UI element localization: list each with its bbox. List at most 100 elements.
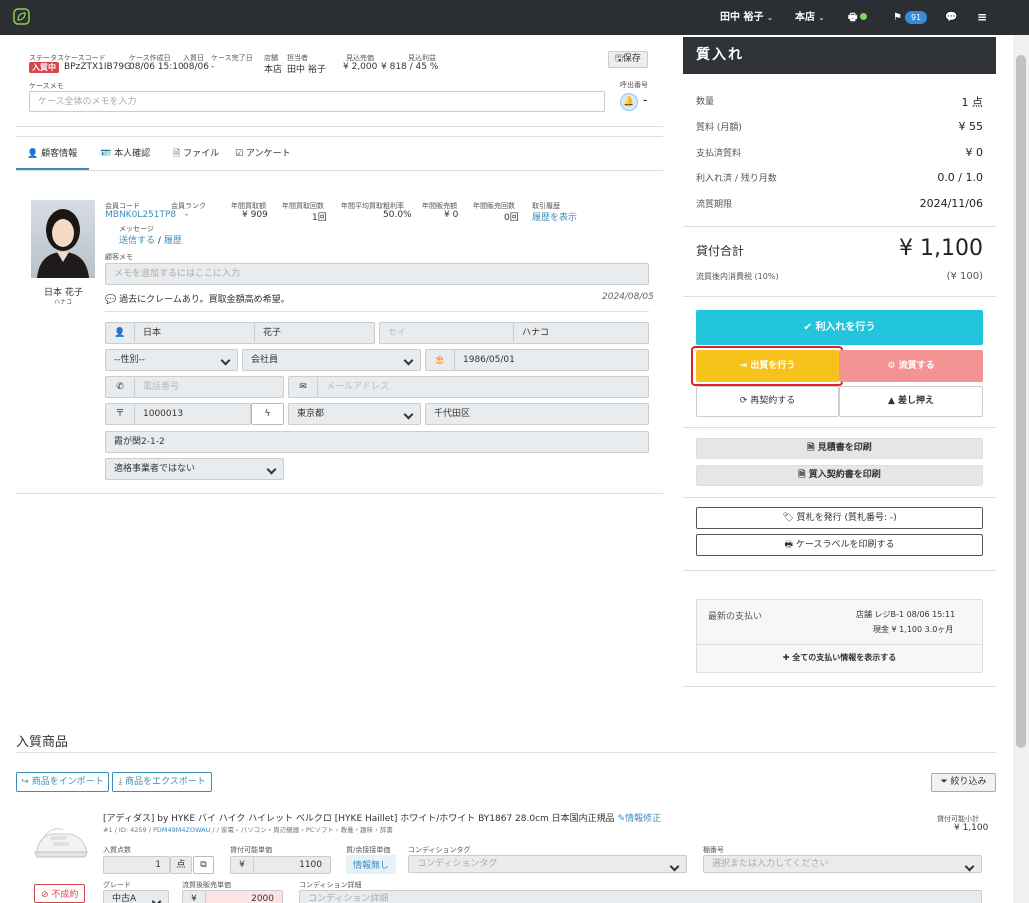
gender-select[interactable]: --性別-- bbox=[105, 349, 238, 371]
edit-info-link[interactable]: ✎情報修正 bbox=[618, 814, 662, 824]
divider bbox=[683, 570, 996, 571]
store-menu[interactable]: 本店 ⌄ bbox=[795, 0, 824, 35]
app-logo-icon[interactable] bbox=[13, 8, 30, 25]
divider bbox=[16, 752, 996, 753]
unit-price-field[interactable]: 1100 bbox=[253, 856, 331, 874]
city-field[interactable]: 千代田区 bbox=[425, 403, 649, 425]
export-products-button[interactable]: ⤓ 商品をエクスポート bbox=[112, 772, 212, 792]
address-lookup-button[interactable]: ϟ bbox=[251, 403, 284, 425]
issue-ticket-button[interactable]: 🏷 質札を発行 (質札番号: -) bbox=[696, 507, 983, 529]
forfeit-button[interactable]: ⚙ 流質する bbox=[839, 350, 983, 382]
notifications[interactable]: ⚑ 91 bbox=[893, 0, 928, 35]
divider bbox=[16, 493, 663, 494]
yen-prefix: ¥ bbox=[182, 890, 206, 903]
summary-row: 支払済質料 ¥ 0 bbox=[696, 146, 983, 159]
phone-icon: ✆ bbox=[105, 376, 135, 398]
print-contract-button[interactable]: 🗎 質入契約書を印刷 bbox=[696, 465, 983, 486]
quantity-field[interactable]: 1 bbox=[103, 856, 170, 874]
after-price-label: 流質後販売単価 bbox=[182, 881, 231, 889]
status-dot-icon bbox=[860, 13, 868, 20]
divider bbox=[683, 427, 996, 428]
file-pdf-icon: 🗎 bbox=[798, 470, 806, 480]
call-number-label: 呼出番号 bbox=[620, 81, 648, 89]
divider bbox=[683, 296, 996, 297]
store-name: 本店 bbox=[795, 12, 815, 23]
interest-payment-button[interactable]: ✔ 利入れを行う bbox=[696, 310, 983, 345]
page-scrollbar[interactable] bbox=[1013, 35, 1029, 903]
postal-code-field[interactable]: 1000013 bbox=[134, 403, 251, 425]
message-row: 送信する / 履歴 bbox=[119, 236, 182, 246]
show-all-payments-link[interactable]: ✚ 全ての支払い情報を表示する bbox=[697, 652, 982, 663]
tab-survey[interactable]: ☑ アンケート bbox=[235, 146, 291, 170]
tab-identity[interactable]: 🪪 本人確認 bbox=[100, 146, 150, 170]
first-name-field[interactable]: 花子 bbox=[254, 322, 375, 344]
send-message-link[interactable]: 送信する bbox=[119, 236, 155, 246]
tab-files[interactable]: 🗎 ファイル bbox=[173, 146, 219, 170]
copy-icon[interactable]: ⧉ bbox=[193, 856, 214, 874]
member-code-link[interactable]: MBNK0L251TP8 bbox=[105, 210, 176, 220]
tab-customer-info[interactable]: 👤 顧客情報 bbox=[16, 146, 89, 170]
scrollbar-thumb[interactable] bbox=[1016, 55, 1026, 748]
condition-tag-select[interactable]: コンディションタグ bbox=[408, 855, 687, 873]
est-sales-value: ¥ 2,000 bbox=[343, 62, 378, 72]
seize-button[interactable]: ▲ 差し押え bbox=[839, 386, 983, 417]
chat-icon[interactable]: 💬 bbox=[945, 0, 957, 35]
subtotal-value: ¥ 1,100 bbox=[954, 823, 989, 833]
bolt-icon: ϟ bbox=[264, 409, 271, 419]
recontract-button[interactable]: ⟳ 再契約する bbox=[696, 386, 839, 417]
bell-icon[interactable]: 🔔 bbox=[620, 93, 638, 111]
print-estimate-button[interactable]: 🗎 見積書を印刷 bbox=[696, 438, 983, 459]
quantity-label: 入質点数 bbox=[103, 846, 131, 854]
unit-price-label: 貸付可能単価 bbox=[230, 846, 272, 854]
case-memo-label: ケースメモ bbox=[29, 82, 64, 90]
buy-price-badge: 情報無し bbox=[346, 855, 397, 874]
case-code: BPzZTX1IB79G bbox=[64, 62, 132, 72]
divider bbox=[683, 497, 996, 498]
condition-detail-label: コンディション詳細 bbox=[299, 881, 362, 889]
printer-status[interactable]: 🖶 bbox=[848, 0, 868, 35]
invoice-status-select[interactable]: 適格事業者ではない bbox=[105, 458, 284, 480]
occupation-select[interactable]: 会社員 bbox=[242, 349, 421, 371]
tag-icon: 🏷 bbox=[782, 513, 794, 523]
tax-value: (¥ 100) bbox=[946, 271, 983, 282]
customer-memo-input[interactable]: メモを追加するにはここに入力 bbox=[105, 263, 649, 285]
phone-field[interactable]: 電話番号 bbox=[134, 376, 284, 398]
products-section-title: 入質商品 bbox=[16, 735, 69, 750]
shelf-select[interactable]: 選択または入力してください bbox=[703, 855, 982, 873]
filter-button[interactable]: ⏷ 絞り込み bbox=[931, 773, 996, 792]
avg-margin-value: 50.0% bbox=[383, 210, 412, 220]
after-price-field[interactable]: 2000 bbox=[205, 890, 283, 903]
rank-label: 会員ランク bbox=[171, 202, 206, 210]
prefecture-select[interactable]: 東京都 bbox=[288, 403, 421, 425]
postal-mark-icon: 〒 bbox=[105, 403, 135, 425]
history-link[interactable]: 履歴を表示 bbox=[532, 210, 577, 223]
store-value: 本店 bbox=[264, 65, 283, 75]
note-date: 2024/08/05 bbox=[602, 292, 654, 302]
customer-photo bbox=[31, 200, 95, 278]
first-kana-field[interactable]: ハナコ bbox=[513, 322, 649, 344]
case-memo-input[interactable]: ケース全体のメモを入力 bbox=[29, 91, 605, 112]
summary-row: 利入れ済 / 残り月数 0.0 / 1.0 bbox=[696, 171, 983, 184]
street-address-field[interactable]: 霞が関2-1-2 bbox=[105, 431, 649, 453]
warning-icon: ▲ bbox=[887, 396, 895, 406]
tax-label: 流質後内消費税 (10%) bbox=[696, 272, 779, 281]
last-name-field[interactable]: 日本 bbox=[134, 322, 255, 344]
email-field[interactable]: メールアドレス bbox=[317, 376, 649, 398]
print-case-label-button[interactable]: 🖶 ケースラベルを印刷する bbox=[696, 534, 983, 556]
divider bbox=[697, 644, 982, 645]
pawn-panel: 質入れ 数量 1 点 質料 (月額) ¥ 55 支払済質料 ¥ 0 利入れ済 / 残り… bbox=[683, 37, 996, 687]
latest-payment-card: 最新の支払い 店舗 レジB-1 08/06 15:11 現金 ¥ 1,100 3… bbox=[696, 599, 983, 673]
birthday-field[interactable]: 1986/05/01 bbox=[454, 349, 649, 371]
chevron-down-icon: ⌄ bbox=[818, 14, 825, 22]
condition-detail-field[interactable]: コンディション詳細 bbox=[299, 890, 982, 903]
message-history-link[interactable]: 履歴 bbox=[164, 236, 182, 246]
comment-icon: 💬 bbox=[105, 295, 117, 305]
product-code-link[interactable]: PDM49M4ZOWAU bbox=[153, 826, 210, 834]
grade-select[interactable]: 中古A bbox=[103, 890, 169, 903]
user-menu[interactable]: 田中 裕子 ⌄ bbox=[720, 0, 773, 35]
annual-buy-count-value: 1回 bbox=[312, 213, 327, 223]
last-kana-field[interactable]: セイ bbox=[379, 322, 514, 344]
hamburger-menu-icon[interactable]: ≡ bbox=[977, 0, 987, 35]
import-products-button[interactable]: ↪ 商品をインポート bbox=[16, 772, 109, 792]
save-button[interactable]: 🖫保存 bbox=[608, 51, 648, 68]
